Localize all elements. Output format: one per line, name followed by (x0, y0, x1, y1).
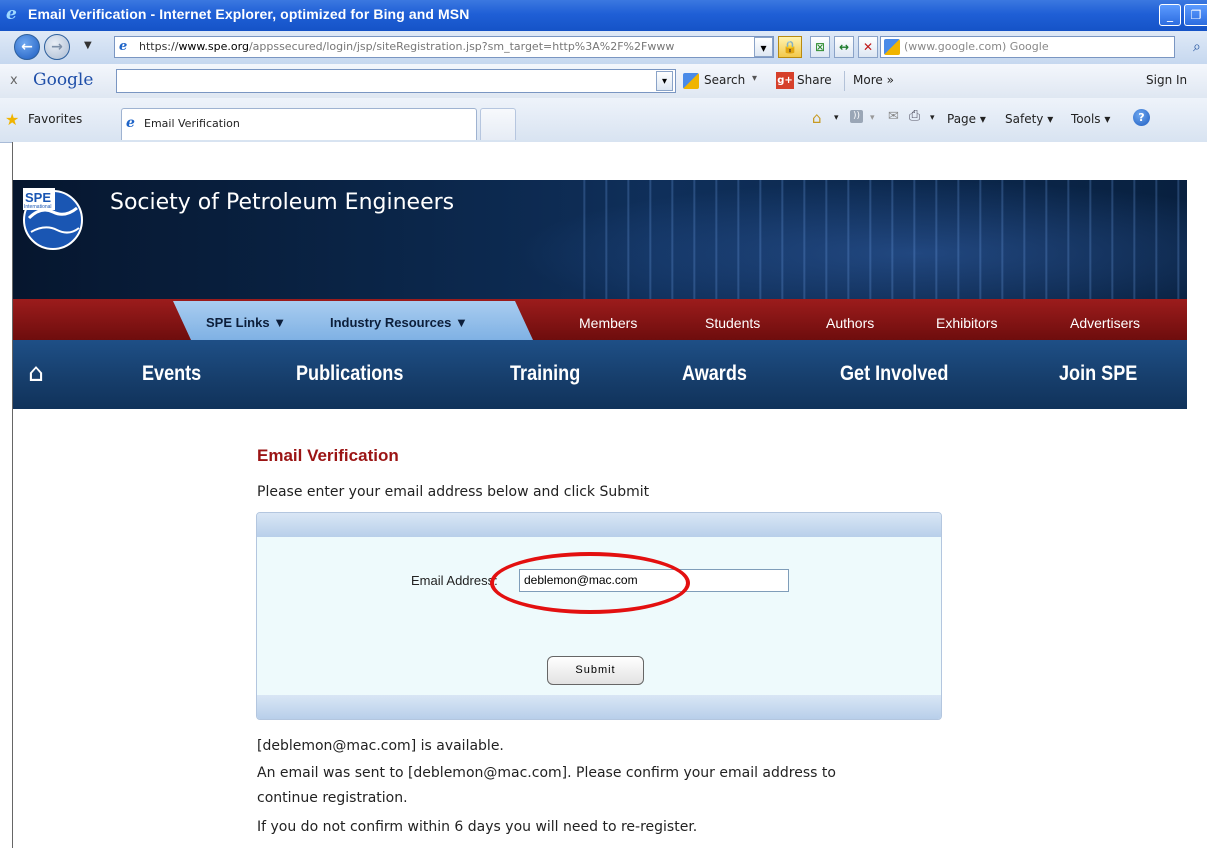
google-toolbar: x Google ▾ Search ▾ g+ Share More » Sign… (0, 64, 1207, 99)
safety-menu[interactable]: Safety ▾ (1005, 112, 1053, 126)
submit-button[interactable]: Submit (547, 656, 644, 685)
home-icon[interactable]: ⌂ (812, 109, 822, 127)
nav-events[interactable]: Events (142, 362, 201, 386)
google-search-input[interactable] (116, 69, 676, 93)
form-panel-top-bar (257, 513, 941, 537)
sent-message-line1: An email was sent to [deblemon@mac.com].… (257, 765, 836, 781)
google-search-icon (884, 39, 900, 55)
form-panel (256, 512, 942, 720)
url-scheme: https:// (139, 40, 179, 53)
google-logo: Google (33, 70, 94, 90)
sign-in-button[interactable]: Sign In (1146, 73, 1187, 87)
available-message: [deblemon@mac.com] is available. (257, 738, 504, 754)
lock-icon[interactable]: 🔒 (778, 36, 802, 58)
compatibility-icon[interactable]: ⊠ (810, 36, 830, 58)
main-nav: ⌂ Events Publications Training Awards Ge… (13, 340, 1187, 409)
print-dropdown-icon[interactable]: ▾ (930, 113, 935, 123)
logo-subtext: International (24, 204, 52, 210)
nav-get-involved[interactable]: Get Involved (840, 362, 948, 386)
new-tab-button[interactable] (480, 108, 516, 140)
star-icon: ★ (5, 110, 20, 129)
spe-logo[interactable]: SPE International (23, 188, 95, 256)
toolbar-divider (844, 71, 845, 91)
nav-join-spe[interactable]: Join SPE (1059, 362, 1137, 386)
restore-button[interactable]: ❐ (1184, 4, 1207, 26)
url-domain: www.spe.org (178, 40, 249, 53)
recent-pages-icon[interactable]: ▼ (84, 40, 92, 51)
back-button[interactable]: ← (14, 34, 40, 60)
url-field[interactable]: e https://www.spe.org/appssecured/login/j… (114, 36, 774, 58)
feeds-icon[interactable]: )) (850, 110, 863, 123)
spe-links-menu[interactable]: SPE Links ▼ (206, 315, 286, 330)
window-title: Email Verification - Internet Explorer, … (28, 6, 470, 22)
ie-icon: e (6, 4, 17, 24)
google-plus-icon: g+ (776, 72, 794, 89)
email-label: Email Address: (411, 573, 498, 588)
google-dropdown-icon[interactable]: ▾ (656, 71, 673, 91)
sent-message-line2: continue registration. (257, 790, 408, 806)
google-search-button[interactable]: Search (704, 73, 745, 87)
feeds-dropdown-icon[interactable]: ▾ (870, 113, 875, 123)
industry-resources-menu[interactable]: Industry Resources ▼ (330, 315, 468, 330)
nav-awards[interactable]: Awards (682, 362, 747, 386)
sub-nav-exhibitors[interactable]: Exhibitors (936, 315, 997, 331)
magnifier-icon[interactable]: ⌕ (1193, 39, 1201, 55)
search-placeholder: (www.google.com) Google (904, 40, 1049, 53)
page-menu[interactable]: Page ▾ (947, 112, 986, 126)
forward-button[interactable]: → (44, 34, 70, 60)
address-bar: ← → ▼ e https://www.spe.org/appssecured/l… (0, 31, 1207, 65)
sub-nav-students[interactable]: Students (705, 315, 760, 331)
nav-training[interactable]: Training (510, 362, 580, 386)
sub-nav-advertisers[interactable]: Advertisers (1070, 315, 1140, 331)
browser-tab[interactable]: e Email Verification (121, 108, 477, 140)
minimize-button[interactable]: _ (1159, 4, 1181, 26)
page-icon: e (119, 39, 128, 54)
logo-text: SPE (25, 190, 52, 205)
site-header: SPE International Society of Petroleum E… (13, 180, 1187, 340)
tab-title: Email Verification (144, 117, 240, 130)
nav-publications[interactable]: Publications (296, 362, 403, 386)
instruction-text: Please enter your email address below an… (257, 484, 650, 500)
favorites-button[interactable]: Favorites (28, 112, 82, 126)
tools-menu[interactable]: Tools ▾ (1071, 112, 1110, 126)
print-icon[interactable]: ⎙ (909, 108, 920, 124)
toolbar-close-button[interactable]: x (10, 73, 18, 88)
home-dropdown-icon[interactable]: ▾ (834, 113, 839, 123)
help-icon[interactable]: ? (1133, 109, 1150, 126)
home-nav-icon[interactable]: ⌂ (28, 360, 44, 385)
search-dropdown-icon[interactable]: ▾ (752, 73, 757, 84)
tab-ie-icon: e (126, 115, 135, 131)
google-search-icon (683, 73, 699, 89)
header-background (573, 180, 1187, 302)
sub-nav-authors[interactable]: Authors (826, 315, 874, 331)
highlight-circle (490, 552, 690, 614)
sub-nav-members[interactable]: Members (579, 315, 637, 331)
favorites-bar: ★ Favorites e Email Verification ⌂ ▾ )) … (0, 98, 1207, 143)
mail-icon[interactable]: ✉ (888, 109, 899, 124)
more-button[interactable]: More » (853, 73, 894, 87)
form-panel-bottom-bar (257, 695, 941, 719)
stop-icon[interactable]: ✕ (858, 36, 878, 58)
reregister-warning: If you do not confirm within 6 days you … (257, 819, 698, 835)
site-title[interactable]: Society of Petroleum Engineers (110, 190, 454, 215)
refresh-icon[interactable]: ↔ (834, 36, 854, 58)
share-button[interactable]: Share (797, 73, 832, 87)
page-heading: Email Verification (257, 446, 399, 465)
url-dropdown-icon[interactable]: ▾ (754, 37, 773, 57)
search-field[interactable]: (www.google.com) Google (880, 36, 1175, 58)
url-path: /appssecured/login/jsp/siteRegistration.… (248, 40, 675, 53)
title-bar: e Email Verification - Internet Explorer… (0, 0, 1207, 31)
